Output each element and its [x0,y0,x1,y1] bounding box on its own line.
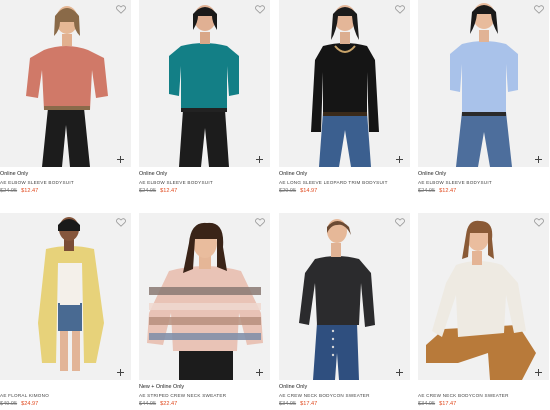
model-photo [38,217,104,371]
sale-price: $17.47 [300,401,318,407]
plus-icon[interactable] [534,364,543,376]
product-name[interactable]: AE Crew Neck Bodycon Sweater [279,391,410,400]
product-card[interactable]: Online Only AE Crew Neck Bodycon Sweater… [279,213,410,408]
product-badge: Online Only [139,171,168,177]
product-image[interactable] [0,213,131,380]
product-name[interactable]: AE Crew Neck Bodycon Sweater [418,391,549,400]
plus-icon[interactable] [116,364,125,376]
sale-price: $12.47 [439,188,457,194]
product-badge: Online Only [418,171,447,177]
product-image[interactable] [139,0,270,167]
product-name[interactable]: AE Floral Kimono [0,391,131,400]
product-card[interactable]: Online Only AE Elbow Sleeve Bodysuit $24… [0,0,131,195]
product-badge: Online Only [279,384,308,390]
product-name[interactable]: AE Long Sleeve Leopard Trim Bodysuit [279,178,410,187]
product-image[interactable] [418,0,549,167]
heart-icon[interactable] [254,217,265,228]
plus-icon[interactable] [395,364,404,376]
model-photo [311,5,379,167]
product-image[interactable] [0,0,131,167]
sale-price: $14.97 [300,188,318,194]
plus-icon[interactable] [255,151,264,163]
product-badge: Online Only [279,171,308,177]
product-image[interactable] [418,213,549,380]
heart-icon[interactable] [254,4,265,15]
original-price: $44.95 [139,401,157,407]
model-photo [26,6,108,167]
product-badge: Online Only [0,171,29,177]
original-price: $24.95 [0,188,18,194]
plus-icon[interactable] [255,364,264,376]
product-image[interactable] [139,213,270,380]
sale-price: $12.47 [21,188,39,194]
sale-price: $24.97 [21,401,39,407]
product-badge [0,384,131,391]
product-image[interactable] [279,0,410,167]
product-card[interactable]: AE Crew Neck Bodycon Sweater $34.95 $17.4… [418,213,549,408]
original-price: $29.95 [279,188,297,194]
product-card[interactable]: New + Online Only AE Striped Crew Neck S… [139,213,270,408]
product-badge [418,384,549,391]
original-price: $24.95 [418,188,436,194]
original-price: $34.95 [418,401,436,407]
original-price: $24.95 [139,188,157,194]
plus-icon[interactable] [116,151,125,163]
product-card[interactable]: Online Only AE Long Sleeve Leopard Trim … [279,0,410,195]
heart-icon[interactable] [394,217,405,228]
heart-icon[interactable] [533,217,544,228]
product-name[interactable]: AE Elbow Sleeve Bodysuit [139,178,270,187]
product-card[interactable]: Online Only AE Elbow Sleeve Bodysuit $24… [139,0,270,195]
model-photo [169,5,239,167]
product-name[interactable]: AE Elbow Sleeve Bodysuit [418,178,549,187]
product-card[interactable]: Online Only AE Elbow Sleeve Bodysuit $24… [418,0,549,195]
model-photo [426,220,536,380]
plus-icon[interactable] [534,151,543,163]
product-name[interactable]: AE Striped Crew Neck Sweater [139,391,270,400]
product-image[interactable] [279,213,410,380]
product-badge: New + Online Only [139,384,185,390]
heart-icon[interactable] [115,4,126,15]
heart-icon[interactable] [115,217,126,228]
product-card[interactable]: AE Floral Kimono $49.95 $24.97 [0,213,131,408]
heart-icon[interactable] [533,4,544,15]
plus-icon[interactable] [395,151,404,163]
sale-price: $22.47 [160,401,178,407]
heart-icon[interactable] [394,4,405,15]
original-price: $34.95 [279,401,297,407]
original-price: $49.95 [0,401,18,407]
model-photo [299,219,375,380]
sale-price: $17.47 [439,401,457,407]
product-name[interactable]: AE Elbow Sleeve Bodysuit [0,178,131,187]
sale-price: $12.47 [160,188,178,194]
model-photo [450,3,518,167]
product-grid: Online Only AE Elbow Sleeve Bodysuit $24… [0,0,550,410]
model-photo [147,222,263,380]
